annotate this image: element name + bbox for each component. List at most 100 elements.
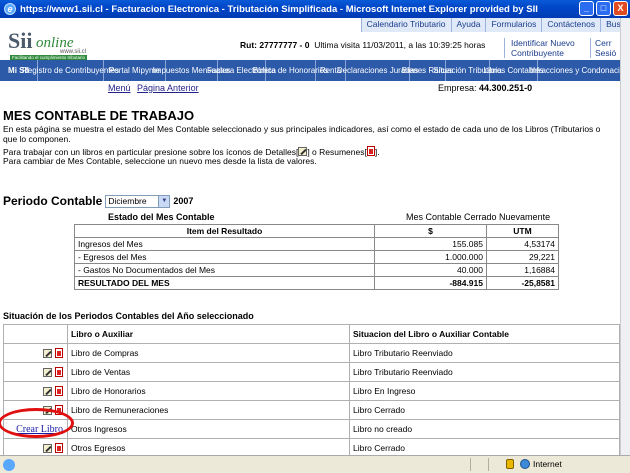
vertical-scrollbar[interactable] [620, 18, 630, 455]
edit-icon [298, 147, 308, 156]
close-line-1: Cerr [595, 38, 612, 48]
edit-icon[interactable] [43, 386, 52, 396]
pdf-icon [366, 146, 375, 156]
sii-logo[interactable]: Sii online www.sii.cl Facilitando el cum… [8, 26, 94, 60]
result-utm: 1,16884 [486, 263, 559, 277]
page-instruction-2: Para cambiar de Mes Contable, seleccione… [3, 156, 317, 166]
pdf-icon[interactable] [55, 442, 63, 453]
libro-name: Libro de Ventas [67, 362, 350, 382]
nav-item-11[interactable]: Infracciones y Condonaciones [530, 60, 630, 81]
browser-content: Calendario Tributario Ayuda Formularios … [0, 18, 630, 455]
month-value: Diciembre [108, 196, 147, 206]
libro-actions [3, 381, 68, 401]
libro-status: Libro Cerrado [349, 400, 620, 420]
window-title-bar: e https://www1.sii.cl - Facturacion Elec… [0, 0, 630, 18]
ie-icon: e [4, 3, 16, 15]
results-total-row: RESULTADO DEL MES -884.915 -25,8581 [74, 276, 559, 290]
libro-status: Libro Tributario Reenviado [349, 343, 620, 363]
menu-link[interactable]: Menú [108, 83, 131, 93]
edit-icon[interactable] [43, 367, 52, 377]
back-link[interactable]: Página Anterior [137, 83, 199, 93]
libro-status: Libro Tributario Reenviado [349, 362, 620, 382]
periodo-contable: Periodo Contable Diciembre ▼ 2007 [3, 194, 193, 208]
total-pesos: -884.915 [374, 276, 487, 290]
globe-icon [520, 459, 530, 469]
maximize-button[interactable]: □ [596, 1, 611, 16]
libros-table: Libro o Auxiliar Situacion del Libro o A… [3, 324, 620, 455]
page-desc-1: En esta página se muestra el estado del … [3, 124, 601, 134]
col-pesos: $ [374, 224, 487, 238]
highlight-circle [0, 408, 74, 438]
empresa-info: Empresa: 44.300.251-0 [438, 83, 532, 93]
results-row: - Egresos del Mes 1.000.000 29,221 [74, 250, 559, 264]
libro-name: Libro de Honorarios [67, 381, 350, 401]
results-row: Ingresos del Mes 155.085 4,53174 [74, 237, 559, 251]
col-item: Item del Resultado [74, 224, 375, 238]
libro-name: Otros Ingresos [67, 419, 350, 439]
libro-row: Libro de Honorarios Libro En Ingreso [3, 381, 620, 401]
total-label: RESULTADO DEL MES [74, 276, 375, 290]
rut-label: Rut: [240, 40, 257, 50]
result-utm: 4,53174 [486, 237, 559, 251]
libro-status: Libro En Ingreso [349, 381, 620, 401]
result-pesos: 155.085 [374, 237, 487, 251]
toplink-ayuda[interactable]: Ayuda [450, 18, 486, 32]
page-desc-2: que lo componen. [3, 134, 71, 144]
pdf-icon[interactable] [55, 385, 63, 396]
libro-row: Otros Egresos Libro Cerrado [3, 438, 620, 455]
identify-contributor-link[interactable]: Identificar Nuevo Contribuyente [504, 38, 575, 58]
result-utm: 29,221 [486, 250, 559, 264]
total-utm: -25,8581 [486, 276, 559, 290]
result-pesos: 1.000.000 [374, 250, 487, 264]
situacion-title: Situación de los Periodos Contables del … [3, 311, 254, 321]
libro-name: Otros Egresos [67, 438, 350, 455]
result-item: - Egresos del Mes [74, 250, 375, 264]
pdf-icon[interactable] [55, 347, 63, 358]
rut-value: 27777777 - 0 [259, 40, 310, 50]
result-item: Ingresos del Mes [74, 237, 375, 251]
close-session-link[interactable]: Cerr Sesió [590, 38, 616, 58]
chevron-down-icon[interactable]: ▼ [158, 195, 170, 207]
edit-icon[interactable] [43, 443, 52, 453]
identify-line-1: Identificar Nuevo [511, 38, 575, 48]
nav-item-7[interactable]: Declaraciones Juradas [337, 60, 418, 81]
libros-header-row: Libro o Auxiliar Situacion del Libro o A… [3, 324, 620, 344]
toplink-calendario[interactable]: Calendario Tributario [360, 18, 451, 32]
periodo-label: Periodo Contable [3, 194, 103, 208]
libro-row: Libro de Compras Libro Tributario Reenvia… [3, 343, 620, 363]
libro-name: Libro de Remuneraciones [67, 400, 350, 420]
status-divider [470, 458, 471, 471]
col-utm: UTM [486, 224, 559, 238]
last-visit: Ultima visita 11/03/2011, a las 10:39:25… [314, 40, 486, 50]
page-title: MES CONTABLE DE TRABAJO [3, 108, 195, 123]
libro-row: Libro de Remuneraciones Libro Cerrado [3, 400, 620, 420]
libro-row: Libro de Ventas Libro Tributario Reenviad… [3, 362, 620, 382]
top-links: Calendario Tributario Ayuda Formularios … [360, 18, 630, 32]
main-nav: Mi SII Registro de Contribuyentes Portal M… [0, 60, 630, 81]
estado-label: Estado del Mes Contable [108, 212, 215, 222]
year-value: 2007 [173, 196, 194, 206]
toplink-formularios[interactable]: Formularios [485, 18, 542, 32]
libro-actions [3, 362, 68, 382]
nav-item-1[interactable]: Registro de Contribuyentes [22, 60, 119, 81]
page-icon [3, 458, 15, 471]
col-actions [3, 324, 68, 344]
month-select[interactable]: Diciembre ▼ [105, 194, 171, 208]
nav-item-5[interactable]: Boleta de Honorarios [253, 60, 328, 81]
pdf-icon[interactable] [55, 366, 63, 377]
results-row: - Gastos No Documentados del Mes 40.000 1,… [74, 263, 559, 277]
security-zone: Internet [533, 459, 562, 469]
close-button[interactable]: X [613, 1, 628, 16]
empresa-label: Empresa: [438, 83, 477, 93]
results-header-row: Item del Resultado $ UTM [74, 224, 559, 238]
libro-name: Libro de Compras [67, 343, 350, 363]
instr-c: ]. [374, 147, 380, 157]
edit-icon[interactable] [43, 348, 52, 358]
toplink-contactenos[interactable]: Contáctenos [541, 18, 601, 32]
libro-row: Crear Libro Otros Ingresos Libro no creado [3, 419, 620, 439]
libro-status: Libro no creado [349, 419, 620, 439]
empresa-value: 44.300.251-0 [479, 83, 533, 93]
status-bar: Internet [0, 455, 630, 473]
libro-actions [3, 438, 68, 455]
minimize-button[interactable]: _ [579, 1, 594, 16]
